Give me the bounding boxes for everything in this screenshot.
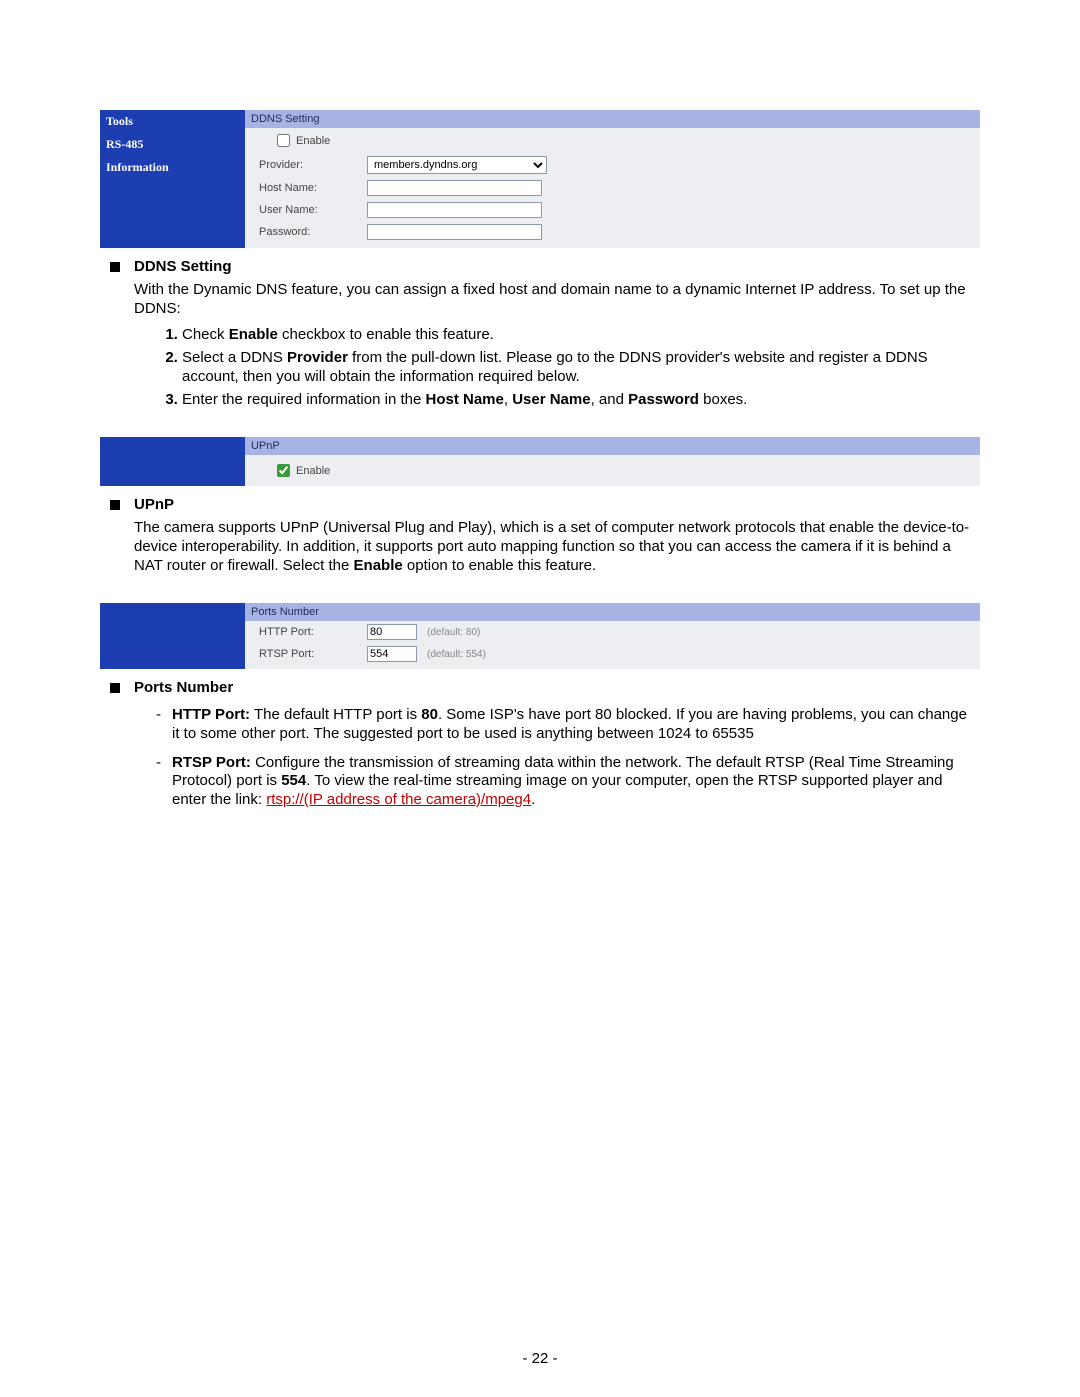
password-input[interactable] [367, 224, 542, 240]
upnp-text: The camera supports UPnP (Universal Plug… [134, 519, 970, 575]
ddns-intro: With the Dynamic DNS feature, you can as… [134, 281, 970, 319]
provider-select[interactable]: members.dyndns.org [367, 156, 547, 174]
provider-label: Provider: [259, 159, 367, 171]
ddns-doc: DDNS Setting With the Dynamic DNS featur… [100, 258, 980, 409]
upnp-config: UPnP Enable [245, 437, 980, 486]
upnp-enable-checkbox[interactable] [277, 464, 290, 477]
sidebar: Tools RS-485 Information [100, 110, 245, 248]
ddns-config: DDNS Setting Enable Provider: members.dy… [245, 110, 980, 248]
ddns-steps: Check Enable checkbox to enable this fea… [164, 326, 980, 409]
upnp-panel: UPnP Enable [100, 437, 980, 486]
upnp-doc: UPnP The camera supports UPnP (Universal… [100, 496, 980, 575]
http-port-input[interactable] [367, 624, 417, 640]
ports-rtsp-item: RTSP Port: Configure the transmission of… [156, 754, 970, 810]
ports-panel: Ports Number HTTP Port: (default: 80) RT… [100, 603, 980, 669]
square-bullet-icon [110, 500, 120, 510]
username-input[interactable] [367, 202, 542, 218]
rtsp-link[interactable]: rtsp://(IP address of the camera)/mpeg4 [266, 791, 531, 808]
ddns-step-3: Enter the required information in the Ho… [182, 391, 970, 410]
ddns-heading: DDNS Setting [134, 258, 232, 277]
sidebar-empty [100, 603, 245, 669]
ports-section-title: Ports Number [245, 603, 980, 621]
ddns-enable-label: Enable [296, 135, 330, 147]
rtsp-port-input[interactable] [367, 646, 417, 662]
hostname-label: Host Name: [259, 182, 367, 194]
sidebar-item-tools[interactable]: Tools [100, 110, 245, 133]
ddns-step-2: Select a DDNS Provider from the pull-dow… [182, 349, 970, 387]
upnp-enable-label: Enable [296, 465, 330, 477]
username-label: User Name: [259, 204, 367, 216]
rtsp-port-label: RTSP Port: [259, 648, 367, 660]
page-number: - 22 - [0, 1350, 1080, 1367]
ddns-enable-checkbox[interactable] [277, 134, 290, 147]
ports-heading: Ports Number [134, 679, 233, 698]
ddns-panel: Tools RS-485 Information DDNS Setting En… [100, 110, 980, 248]
square-bullet-icon [110, 262, 120, 272]
http-port-default: (default: 80) [417, 627, 480, 638]
upnp-section-title: UPnP [245, 437, 980, 455]
sidebar-item-information[interactable]: Information [100, 156, 245, 179]
upnp-heading: UPnP [134, 496, 174, 515]
rtsp-port-default: (default: 554) [417, 649, 486, 660]
ddns-section-title: DDNS Setting [245, 110, 980, 128]
password-label: Password: [259, 226, 367, 238]
http-port-label: HTTP Port: [259, 626, 367, 638]
ports-http-item: HTTP Port: The default HTTP port is 80. … [156, 706, 970, 744]
ports-config: Ports Number HTTP Port: (default: 80) RT… [245, 603, 980, 669]
ddns-step-1: Check Enable checkbox to enable this fea… [182, 326, 970, 345]
ports-list: HTTP Port: The default HTTP port is 80. … [156, 706, 980, 810]
square-bullet-icon [110, 683, 120, 693]
ports-doc: Ports Number HTTP Port: The default HTTP… [100, 679, 980, 810]
hostname-input[interactable] [367, 180, 542, 196]
sidebar-item-rs485[interactable]: RS-485 [100, 133, 245, 156]
sidebar-empty [100, 437, 245, 486]
